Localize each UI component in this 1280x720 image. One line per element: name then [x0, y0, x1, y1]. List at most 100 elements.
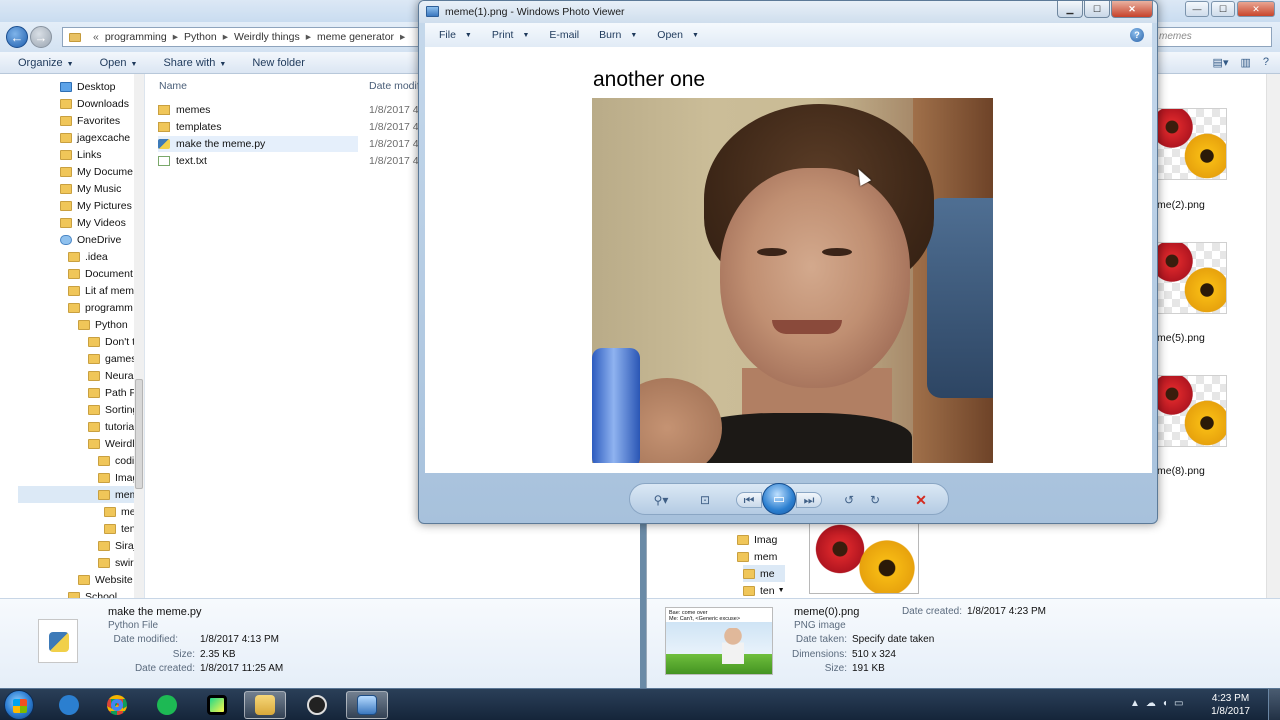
breadcrumb-weirdly-things[interactable]: Weirdly things — [234, 31, 300, 43]
pycharm-icon[interactable] — [196, 691, 238, 719]
delete-icon[interactable]: ✕ — [912, 492, 930, 508]
show-desktop-button[interactable] — [1268, 689, 1280, 720]
start-button[interactable] — [4, 690, 34, 720]
sidebar-item[interactable]: Sorting — [88, 401, 138, 418]
sidebar-item[interactable]: Neural — [88, 367, 136, 384]
back-arrow-icon[interactable]: ← — [6, 26, 28, 48]
menu-print[interactable]: Print ▼ — [492, 29, 530, 41]
sidebar-item[interactable]: My Music — [60, 180, 121, 197]
navigation-pane[interactable]: School Website swirl Siraj ten me mem Imag codir… — [0, 74, 145, 598]
spotify-icon[interactable] — [146, 691, 188, 719]
image-canvas[interactable]: another one — [425, 47, 1152, 473]
nav-item[interactable]: mem — [737, 548, 777, 565]
previous-icon[interactable]: ⏮ — [736, 492, 762, 508]
sidebar-item[interactable]: Don't t — [88, 333, 135, 350]
image-thumbnail[interactable] — [1155, 242, 1227, 314]
scrollbar-thumb[interactable] — [135, 379, 143, 489]
photo-viewer-icon[interactable] — [346, 691, 388, 719]
sidebar-item[interactable]: Lit af mem — [68, 282, 134, 299]
obs-icon[interactable] — [296, 691, 338, 719]
sidebar-item[interactable]: School — [68, 588, 117, 598]
breadcrumb-meme-generator[interactable]: meme generator — [317, 31, 394, 43]
address-bar[interactable]: « programming ▸ Python ▸ Weirdly things … — [62, 27, 422, 47]
close-icon[interactable]: ✕ — [1237, 1, 1275, 17]
open-button[interactable]: Open ▼ — [100, 57, 138, 69]
sidebar-item[interactable]: ten — [104, 520, 136, 537]
file-scrollbar[interactable] — [1266, 74, 1280, 598]
nav-item[interactable]: Imag — [737, 531, 777, 548]
next-icon[interactable]: ⏭ — [796, 492, 822, 508]
menu-file[interactable]: File ▼ — [439, 29, 472, 41]
minimize-icon[interactable]: — — [1185, 1, 1209, 17]
help-icon[interactable]: ? — [1263, 56, 1269, 69]
sidebar-item[interactable]: Desktop — [60, 78, 116, 95]
menu-burn[interactable]: Burn ▼ — [599, 29, 637, 41]
zoom-icon[interactable]: ⚲▾ — [648, 492, 674, 508]
sidebar-item[interactable]: .idea — [68, 248, 108, 265]
file-row-text-txt[interactable]: text.txt — [158, 153, 207, 169]
file-row-make-the-meme[interactable]: make the meme.py — [158, 136, 358, 152]
sidebar-item[interactable]: Website — [78, 571, 133, 588]
volume-icon[interactable]: ◖ — [1162, 698, 1168, 709]
sidebar-item[interactable]: tutoria — [88, 418, 134, 435]
menu-email[interactable]: E-mail — [549, 29, 579, 41]
forward-arrow-icon[interactable]: → — [30, 26, 52, 48]
sidebar-item[interactable]: Python — [78, 316, 128, 333]
image-thumbnail[interactable] — [1155, 375, 1227, 447]
action-center-icon[interactable]: ▭ — [1174, 698, 1183, 709]
sidebar-item[interactable]: programm — [68, 299, 133, 316]
sidebar-item[interactable]: Downloads — [60, 95, 129, 112]
sidebar-item[interactable]: Document — [68, 265, 133, 282]
search-input[interactable]: memes — [1152, 27, 1272, 47]
nav-scrollbar[interactable] — [134, 74, 144, 598]
chevron-up-icon[interactable]: ▲ — [1130, 698, 1140, 709]
breadcrumb-python[interactable]: Python — [184, 31, 217, 43]
sidebar-item[interactable]: codir — [98, 452, 138, 469]
sidebar-item[interactable]: mem — [18, 486, 143, 503]
file-row-templates[interactable]: templates — [158, 119, 222, 135]
explorer-icon[interactable] — [244, 691, 286, 719]
breadcrumb-programming[interactable]: programming — [105, 31, 167, 43]
sidebar-item[interactable]: me — [104, 503, 136, 520]
sidebar-item[interactable]: Imag — [98, 469, 138, 486]
maximize-icon[interactable]: ☐ — [1084, 1, 1110, 18]
rotate-left-icon[interactable]: ↺ — [840, 492, 858, 508]
sidebar-item[interactable]: swirl — [98, 554, 136, 571]
sidebar-item[interactable]: games — [88, 350, 137, 367]
organize-button[interactable]: Organize ▼ — [18, 57, 74, 69]
onedrive-icon[interactable] — [48, 691, 90, 719]
sidebar-item[interactable]: My Videos — [60, 214, 126, 231]
sidebar-item[interactable]: OneDrive — [60, 231, 121, 248]
clock[interactable]: 4:23 PM 1/8/2017 — [1211, 692, 1250, 718]
sidebar-item[interactable]: Path Fi — [88, 384, 138, 401]
preview-pane-icon[interactable]: ▥ — [1240, 56, 1250, 69]
sidebar-item[interactable]: Siraj — [98, 537, 136, 554]
nav-item-selected[interactable]: me — [743, 565, 785, 582]
column-header-name[interactable]: Name — [159, 80, 187, 92]
new-folder-button[interactable]: New folder — [252, 57, 305, 69]
file-row-memes[interactable]: memes — [158, 102, 210, 118]
sidebar-item[interactable]: My Docume — [60, 163, 133, 180]
sidebar-item[interactable]: Links — [60, 146, 102, 163]
chrome-icon[interactable] — [96, 691, 138, 719]
help-icon[interactable]: ? — [1130, 28, 1144, 42]
actual-size-icon[interactable]: ⊡ — [696, 492, 714, 508]
sidebar-item[interactable]: Favorites — [60, 112, 120, 129]
sidebar-item[interactable]: jagexcache — [60, 129, 130, 146]
column-header-date[interactable]: Date modifi — [369, 80, 422, 92]
slideshow-icon[interactable]: ▭ — [762, 483, 796, 515]
close-icon[interactable]: ✕ — [1111, 1, 1153, 18]
rotate-right-icon[interactable]: ↻ — [866, 492, 884, 508]
maximize-icon[interactable]: ☐ — [1211, 1, 1235, 17]
minimize-icon[interactable]: ▁ — [1057, 1, 1083, 18]
share-with-button[interactable]: Share with ▼ — [163, 57, 226, 69]
view-options-icon[interactable]: ▤▾ — [1213, 56, 1229, 69]
image-thumbnail[interactable] — [1155, 108, 1227, 180]
network-icon[interactable]: ☁ — [1146, 698, 1156, 709]
menu-open[interactable]: Open ▼ — [657, 29, 699, 41]
image-thumbnail-selected[interactable] — [809, 518, 919, 594]
sidebar-item[interactable]: My Pictures — [60, 197, 132, 214]
nav-item[interactable]: ten ▼ — [743, 582, 785, 599]
details-date-taken[interactable]: Specify date taken — [852, 634, 934, 645]
sidebar-item[interactable]: Weirdly — [88, 435, 140, 452]
